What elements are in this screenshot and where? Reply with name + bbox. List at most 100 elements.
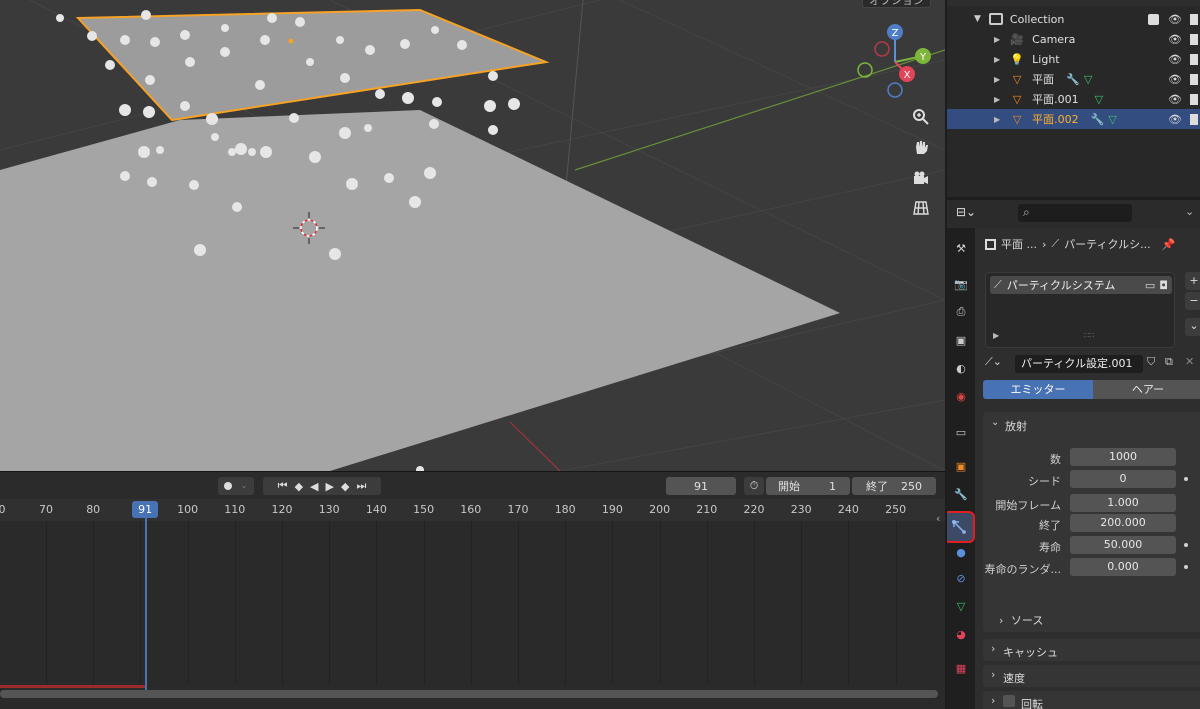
settings-selector[interactable]: ⟋⌄ [985,355,1013,373]
expand-arrow-icon[interactable]: ▶ [994,95,1000,104]
expand-arrow-icon[interactable]: ▶ [994,35,1000,44]
field-value[interactable]: 50.000 [1070,536,1176,554]
navigation-gizmo[interactable]: Z Y X [855,22,935,100]
timeline-body[interactable] [0,521,945,709]
enable-checkbox[interactable] [1003,695,1015,707]
camera-view-icon[interactable] [908,165,934,191]
play-icon[interactable]: ▶ [326,480,334,493]
tab-emitter[interactable]: エミッター [983,380,1093,399]
jump-end-icon[interactable]: ⏭ [356,479,366,493]
collapsed-panel[interactable]: ›速度∷ [983,665,1200,687]
source-subpanel[interactable]: › ソース [999,612,1200,630]
list-expand-icon[interactable]: ▶ [993,331,999,340]
add-slot-button[interactable]: + [1185,272,1200,290]
tab-tool[interactable]: ⚒ [949,236,973,260]
list-resize-handle[interactable]: ∷∷ [1084,331,1094,340]
outliner-item[interactable]: ▶ ▽ 平面.001 ▽ 👁 [947,89,1200,109]
start-frame-field[interactable]: 開始 1 [766,477,850,495]
field-value[interactable]: 0.000 [1070,558,1176,576]
field-value[interactable]: 1000 [1070,448,1176,466]
options-dropdown-icon[interactable]: ⌄ [1185,205,1194,218]
keyframe-dot-icon[interactable] [1184,543,1188,547]
eye-icon[interactable]: 👁 [1168,73,1182,86]
zoom-icon[interactable] [908,104,934,130]
next-keyframe-icon[interactable]: ◆ [341,480,349,493]
viewport-options-menu[interactable]: オプション [862,0,931,8]
outliner-item[interactable]: ▶ ▽ 平面.002 🔧 ▽ 👁 [947,109,1200,129]
render-camera-icon[interactable] [1190,53,1198,65]
tab-object[interactable]: ▣ [949,454,973,478]
tab-physics[interactable]: ● [949,540,973,564]
eye-icon[interactable]: 👁 [1168,93,1182,106]
tab-hair[interactable]: ヘアー [1093,380,1200,399]
stopwatch-icon[interactable]: ⏱ [744,477,764,495]
tab-modifiers[interactable]: 🔧 [949,482,973,506]
auto-keying-button[interactable]: ⌄ [218,477,254,495]
prev-keyframe-icon[interactable]: ◆ [295,480,303,493]
timeline-ruler[interactable]: 0 70809110011012013014015016017018019020… [0,499,945,521]
render-camera-icon[interactable] [1190,93,1198,105]
collapsed-panel[interactable]: ›回転∷ [983,691,1200,709]
tab-world[interactable]: ◉ [949,384,973,408]
tab-scene[interactable]: ◐ [949,356,973,380]
tab-render[interactable]: 📷 [949,272,973,296]
pin-icon[interactable]: 📌 [1162,238,1176,251]
tab-view-layer[interactable]: ▣ [949,328,973,352]
tab-data[interactable]: ▽ [949,594,973,618]
3d-viewport[interactable]: オプション Z Y X [0,0,945,471]
outliner[interactable]: ▼ Collection 👁 ▶ 🎥 Camera 👁 ▶ 💡 Light 👁 ▶ ▽ 平面 🔧 ▽ 👁 ▶… [947,0,1200,197]
keyframe-dot-icon[interactable] [1184,565,1188,569]
render-camera-icon[interactable] [1190,113,1198,125]
timeline-scrollbar[interactable] [0,690,938,698]
monitor-icon[interactable]: ▭ [1145,279,1155,292]
end-frame-field[interactable]: 終了 250 [852,477,936,495]
play-reverse-icon[interactable]: ◀ [310,480,318,493]
properties-editor[interactable]: ⊟⌄ ⌕ ⌄ ⚒ 📷 ⎙ ▣ ◐ ◉ ▭ ▣ 🔧 ● ⊘ ▽ ◕ ▦ 平面 ..… [947,200,1200,709]
panel-collapse-icon[interactable]: ⌄ [991,417,999,428]
ortho-grid-icon[interactable] [908,195,934,221]
field-value[interactable]: 200.000 [1070,514,1176,532]
tab-constraints[interactable]: ⊘ [949,566,973,590]
collapsed-panel[interactable]: ›キャッシュ∷ [983,639,1200,661]
jump-start-icon[interactable]: ⏮ [278,479,288,493]
outliner-item[interactable]: ▶ ▽ 平面 🔧 ▽ 👁 [947,69,1200,89]
tab-material[interactable]: ◕ [949,622,973,646]
outliner-item[interactable]: ▶ 💡 Light 👁 [947,49,1200,69]
hand-pan-icon[interactable] [908,134,934,160]
playhead-line[interactable] [145,510,147,690]
current-frame-field[interactable]: 91 [666,477,736,495]
render-camera-icon[interactable] [1190,33,1198,45]
particle-system-list[interactable]: ⟋ パーティクルシステム ▭ ◘ ▶ ∷∷ [985,272,1175,348]
field-value[interactable]: 0 [1070,470,1176,488]
editor-type-button[interactable]: ⊟⌄ [956,205,986,223]
eye-icon[interactable]: 👁 [1168,53,1182,66]
render-camera-icon[interactable] [1190,13,1198,25]
unlink-close-icon[interactable]: ✕ [1185,355,1194,368]
checkbox-icon[interactable] [1148,13,1160,25]
expand-arrow-icon[interactable]: ▼ [974,14,981,24]
keyframe-dot-icon[interactable] [1184,477,1188,481]
expand-arrow-icon[interactable]: ▶ [994,75,1000,84]
tab-collection[interactable]: ▭ [949,420,973,444]
eye-icon[interactable]: 👁 [1168,113,1182,126]
expand-arrow-icon[interactable]: ▶ [994,115,1000,124]
search-field[interactable]: ⌕ [1018,204,1132,222]
fake-user-shield-icon[interactable]: ⛉ [1147,355,1155,369]
particle-system-item[interactable]: ⟋ パーティクルシステム ▭ ◘ [990,276,1172,294]
camera-render-icon[interactable]: ◘ [1159,279,1168,292]
field-value[interactable]: 1.000 [1070,494,1176,512]
collection-row[interactable]: ▼ Collection 👁 [947,9,1200,29]
eye-icon[interactable]: 👁 [1168,33,1182,46]
collapse-arrow-icon[interactable]: ‹ [936,512,940,525]
tab-output[interactable]: ⎙ [949,300,973,324]
tab-particles[interactable] [947,511,975,543]
eye-icon[interactable]: 👁 [1168,13,1182,26]
render-camera-icon[interactable] [1190,73,1198,85]
specials-menu-button[interactable]: ⌄ [1185,318,1200,336]
settings-name-field[interactable]: パーティクル設定.001 [1015,355,1143,373]
tab-texture[interactable]: ▦ [949,656,973,680]
remove-slot-button[interactable]: − [1185,292,1200,310]
outliner-item[interactable]: ▶ 🎥 Camera 👁 [947,29,1200,49]
duplicate-icon[interactable]: ⧉ [1165,355,1173,369]
expand-arrow-icon[interactable]: ▶ [994,55,1000,64]
